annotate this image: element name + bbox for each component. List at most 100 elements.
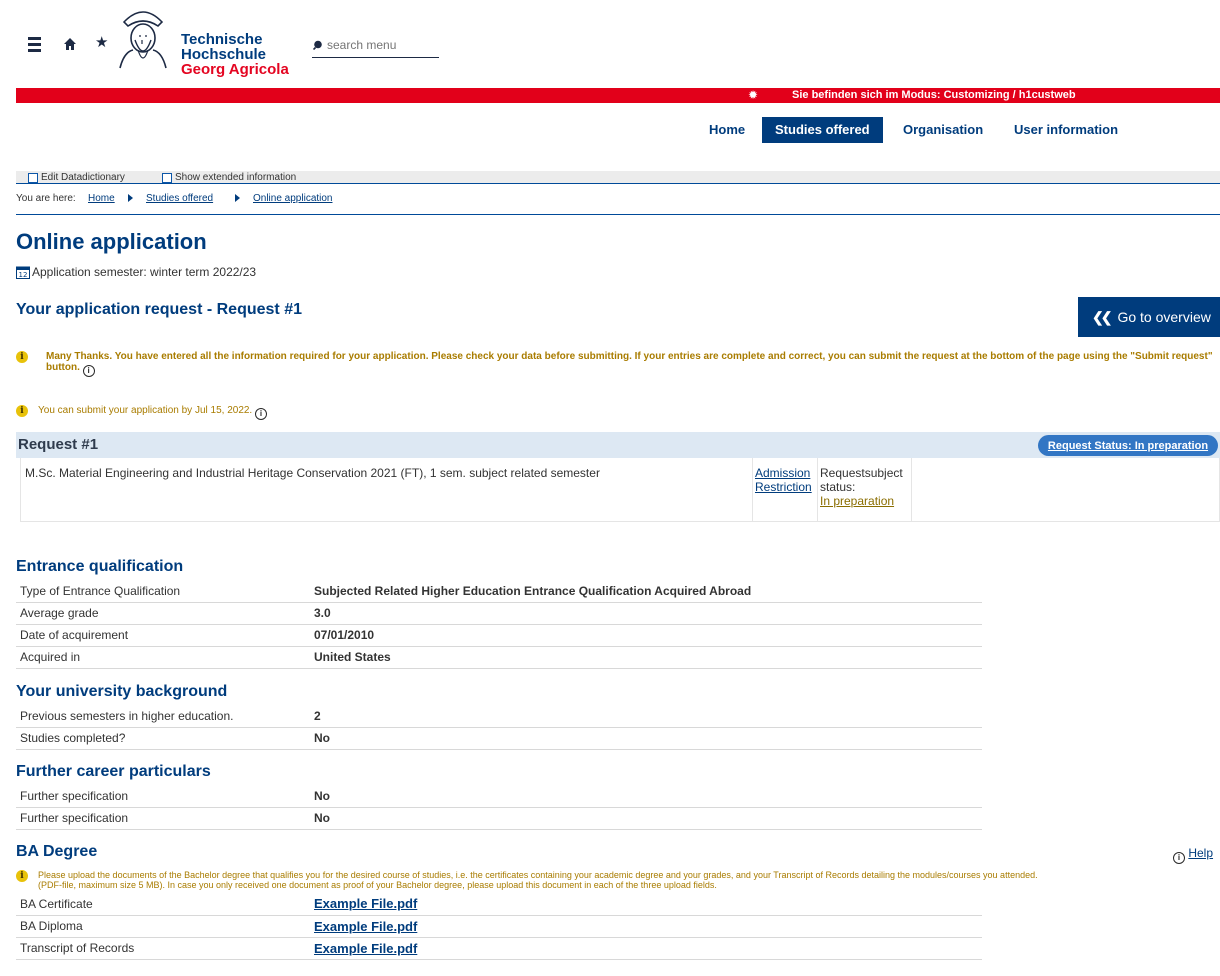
row-label: Date of acquirement bbox=[16, 624, 310, 647]
row-value: No bbox=[310, 785, 982, 808]
ba-documents-table: BA Certificate Example File.pdf BA Diplom… bbox=[16, 893, 982, 960]
logo-line-1: Technische bbox=[181, 31, 263, 48]
help-link[interactable]: i Help bbox=[1173, 846, 1213, 864]
info-circle-icon: i bbox=[1173, 852, 1185, 864]
status-label-line-1: Requestsubject bbox=[820, 466, 903, 480]
request-row: M.Sc. Material Engineering and Industria… bbox=[20, 458, 1220, 522]
info-circle-icon[interactable]: i bbox=[255, 408, 267, 420]
go-to-overview-button[interactable]: ❮❮ Go to overview bbox=[1078, 297, 1220, 337]
nav-home[interactable]: Home bbox=[709, 117, 745, 143]
table-row: Previous semesters in higher education. 2 bbox=[16, 705, 982, 728]
row-label: Average grade bbox=[16, 602, 310, 625]
gear-icon[interactable]: ✹ bbox=[748, 89, 758, 102]
info-upload-line-1: Please upload the documents of the Bache… bbox=[38, 870, 1038, 880]
search-icon[interactable] bbox=[313, 40, 323, 50]
toolbar: Edit Datadictionary Show extended inform… bbox=[16, 171, 1220, 184]
breadcrumb-online-application[interactable]: Online application bbox=[253, 193, 333, 205]
info-deadline-text: You can submit your application by Jul 1… bbox=[38, 405, 253, 416]
application-semester: 12 Application semester: winter term 202… bbox=[16, 265, 256, 279]
row-value: 07/01/2010 bbox=[310, 624, 982, 647]
row-value: United States bbox=[310, 646, 982, 669]
logo-line-3: Georg Agricola bbox=[181, 61, 289, 78]
row-label: BA Diploma bbox=[16, 915, 310, 938]
university-logo[interactable] bbox=[114, 6, 172, 70]
edit-datadictionary-checkbox[interactable] bbox=[28, 173, 38, 183]
logo-text[interactable]: Technische Hochschule Georg Agricola bbox=[181, 32, 289, 77]
row-value: Subjected Related Higher Education Entra… bbox=[310, 580, 982, 603]
university-table: Previous semesters in higher education. 2… bbox=[16, 705, 982, 750]
row-value: 2 bbox=[310, 705, 982, 728]
request-box: Request #1 Request Status: In preparatio… bbox=[16, 432, 1220, 524]
status-value-link[interactable]: In preparation bbox=[820, 494, 894, 508]
star-icon[interactable]: ★ bbox=[95, 35, 108, 51]
table-row: BA Certificate Example File.pdf bbox=[16, 893, 982, 916]
admission-restriction-cell: Admission Restriction bbox=[752, 458, 817, 522]
admission-line-1: Admission bbox=[755, 466, 811, 480]
nav-studies-offered[interactable]: Studies offered bbox=[762, 117, 883, 143]
request-heading: Your application request - Request #1 bbox=[16, 301, 302, 318]
ba-certificate-file-link[interactable]: Example File.pdf bbox=[314, 896, 417, 911]
info-circle-icon[interactable]: i bbox=[82, 365, 95, 377]
row-label: Transcript of Records bbox=[16, 937, 310, 960]
calendar-icon: 12 bbox=[16, 266, 30, 279]
breadcrumb-prefix: You are here: bbox=[16, 193, 76, 204]
row-label: Type of Entrance Qualification bbox=[16, 580, 310, 603]
table-row: Transcript of Records Example File.pdf bbox=[16, 937, 982, 960]
info-icon: i bbox=[16, 351, 28, 363]
breadcrumb-studies-offered[interactable]: Studies offered bbox=[146, 193, 213, 205]
admission-line-2: Restriction bbox=[755, 480, 812, 494]
home-icon[interactable] bbox=[63, 37, 77, 51]
svg-text:12: 12 bbox=[19, 271, 28, 279]
semester-text: Application semester: winter term 2022/2… bbox=[32, 265, 257, 279]
double-chevron-left-icon: ❮❮ bbox=[1092, 309, 1113, 325]
info-upload-line-2: (PDF-file, maximum size 5 MB). In case y… bbox=[38, 880, 717, 890]
table-row: Date of acquirement 07/01/2010 bbox=[16, 624, 982, 647]
breadcrumb: You are here: Home Studies offered Onlin… bbox=[16, 190, 1220, 215]
admission-restriction-link[interactable]: Admission Restriction bbox=[755, 466, 812, 494]
transcript-file-link[interactable]: Example File.pdf bbox=[314, 941, 417, 956]
table-row: Acquired in United States bbox=[16, 646, 982, 669]
edit-datadictionary-label[interactable]: Edit Datadictionary bbox=[41, 172, 125, 184]
info-icon: i bbox=[16, 870, 28, 882]
table-row: Average grade 3.0 bbox=[16, 602, 982, 625]
request-status-button[interactable]: Request Status: In preparation bbox=[1038, 435, 1218, 456]
request-title: Request #1 bbox=[18, 436, 99, 453]
table-row: BA Diploma Example File.pdf bbox=[16, 915, 982, 938]
row-label: BA Certificate bbox=[16, 893, 310, 916]
requestsubject-status-cell: Requestsubject status: In preparation bbox=[817, 458, 912, 522]
career-heading: Further career particulars bbox=[16, 763, 211, 780]
table-row: Further specification No bbox=[16, 785, 982, 808]
course-name: M.Sc. Material Engineering and Industria… bbox=[25, 466, 600, 480]
ba-degree-heading: BA Degree bbox=[16, 843, 98, 860]
info-icon: i bbox=[16, 405, 28, 417]
show-extended-checkbox[interactable] bbox=[162, 173, 172, 183]
row-label: Acquired in bbox=[16, 646, 310, 669]
show-extended-label[interactable]: Show extended information bbox=[175, 172, 296, 184]
mode-text: Sie befinden sich im Modus: Customizing … bbox=[792, 89, 1076, 101]
row-label: Studies completed? bbox=[16, 727, 310, 750]
page-title: Online application bbox=[16, 229, 207, 254]
breadcrumb-arrow-icon bbox=[128, 194, 133, 202]
row-value: 3.0 bbox=[310, 602, 982, 625]
search-box bbox=[312, 36, 439, 58]
table-row: Studies completed? No bbox=[16, 727, 982, 750]
main-nav: Home Studies offered Organisation User i… bbox=[0, 117, 1220, 143]
ba-diploma-file-link[interactable]: Example File.pdf bbox=[314, 919, 417, 934]
logo-line-2: Hochschule bbox=[181, 46, 267, 63]
menu-icon[interactable] bbox=[28, 37, 41, 53]
info-complete-text: Many Thanks. You have entered all the in… bbox=[46, 351, 1213, 373]
row-label: Further specification bbox=[16, 807, 310, 830]
row-value: No bbox=[310, 727, 982, 750]
status-label-line-2: status: bbox=[820, 480, 856, 494]
search-input[interactable] bbox=[327, 38, 437, 52]
help-label[interactable]: Help bbox=[1188, 846, 1213, 860]
row-value: No bbox=[310, 807, 982, 830]
header: ★ Technische Hochschule Georg Agricola bbox=[0, 0, 1220, 88]
nav-organisation[interactable]: Organisation bbox=[903, 117, 983, 143]
breadcrumb-home[interactable]: Home bbox=[88, 193, 115, 205]
table-row: Type of Entrance Qualification Subjected … bbox=[16, 580, 982, 603]
career-table: Further specification No Further specific… bbox=[16, 785, 982, 830]
go-to-overview-label: Go to overview bbox=[1117, 309, 1211, 325]
entrance-heading: Entrance qualification bbox=[16, 558, 184, 575]
nav-user-information[interactable]: User information bbox=[1014, 117, 1118, 143]
